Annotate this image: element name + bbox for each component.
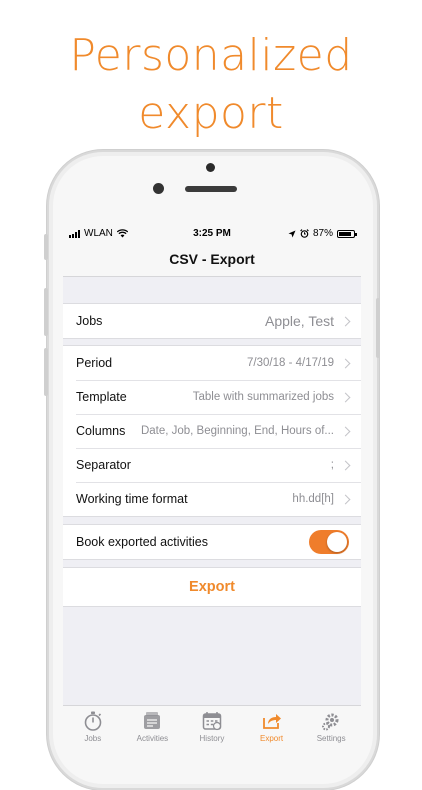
headline-line-2: export — [138, 88, 284, 139]
status-bar: WLAN 3:25 PM 87% — [63, 224, 361, 244]
tab-activities[interactable]: Activities — [123, 706, 183, 750]
nav-title: CSV - Export — [63, 244, 361, 277]
jobs-row[interactable]: Jobs Apple, Test — [63, 304, 361, 338]
front-camera — [153, 183, 164, 194]
period-value: 7/30/18 - 4/17/19 — [247, 357, 334, 369]
working-time-format-label: Working time format — [76, 492, 188, 506]
chevron-right-icon — [340, 426, 351, 436]
jobs-value: Apple, Test — [264, 313, 334, 329]
tab-history-label: History — [199, 734, 225, 743]
earpiece-speaker — [185, 186, 237, 192]
separator-label: Separator — [76, 458, 131, 472]
volume-down-button — [44, 348, 48, 396]
book-exported-toggle[interactable] — [309, 530, 349, 554]
columns-value: Date, Job, Beginning, End, Hours of... — [140, 425, 334, 437]
tab-history[interactable]: History — [182, 706, 242, 750]
tab-bar: Jobs Activities History Export Settings — [63, 705, 361, 750]
settings-group: Period 7/30/18 - 4/17/19 Template Table … — [63, 345, 361, 517]
toggle-knob — [327, 532, 347, 552]
period-row[interactable]: Period 7/30/18 - 4/17/19 — [63, 346, 361, 380]
columns-label: Columns — [76, 424, 126, 438]
mute-switch — [44, 234, 48, 260]
export-button[interactable]: Export — [63, 567, 361, 607]
chevron-right-icon — [340, 358, 351, 368]
stopwatch-icon — [84, 711, 102, 731]
book-exported-row: Book exported activities — [63, 525, 361, 559]
tab-jobs-label: Jobs — [84, 734, 102, 743]
period-label: Period — [76, 356, 113, 370]
chevron-right-icon — [340, 494, 351, 504]
battery-percent: 87% — [312, 228, 333, 239]
tab-settings-label: Settings — [316, 734, 346, 743]
activities-icon — [144, 712, 161, 729]
chevron-right-icon — [340, 392, 351, 402]
working-time-format-row[interactable]: Working time format hh.dd[h] — [63, 482, 361, 516]
power-button — [376, 298, 380, 358]
calendar-icon — [202, 712, 222, 731]
working-time-format-value: hh.dd[h] — [292, 493, 334, 505]
columns-row[interactable]: Columns Date, Job, Beginning, End, Hours… — [63, 414, 361, 448]
chevron-right-icon — [340, 460, 351, 470]
tab-settings[interactable]: Settings — [301, 706, 361, 750]
headline-line-1: Personalized — [69, 30, 353, 81]
battery-icon — [337, 229, 357, 238]
alarm-icon — [300, 229, 309, 238]
tab-jobs[interactable]: Jobs — [63, 706, 123, 750]
template-label: Template — [76, 390, 127, 404]
proximity-sensor — [206, 163, 215, 172]
location-arrow-icon — [288, 230, 296, 237]
separator-value: ; — [330, 459, 334, 471]
template-value: Table with summarized jobs — [192, 391, 334, 403]
jobs-group: Jobs Apple, Test — [63, 303, 361, 339]
tab-activities-label: Activities — [136, 734, 169, 743]
phone-screen: WLAN 3:25 PM 87% CSV - Export Jobs Apple… — [63, 224, 361, 750]
separator-row[interactable]: Separator ; — [63, 448, 361, 482]
book-exported-label: Book exported activities — [76, 535, 209, 549]
tab-export-label: Export — [260, 734, 284, 743]
template-row[interactable]: Template Table with summarized jobs — [63, 380, 361, 414]
volume-up-button — [44, 288, 48, 336]
jobs-label: Jobs — [76, 314, 103, 328]
share-export-icon — [262, 714, 281, 729]
book-group: Book exported activities — [63, 524, 361, 560]
gear-icon — [322, 713, 339, 731]
chevron-right-icon — [340, 316, 351, 326]
tab-export[interactable]: Export — [242, 706, 302, 750]
